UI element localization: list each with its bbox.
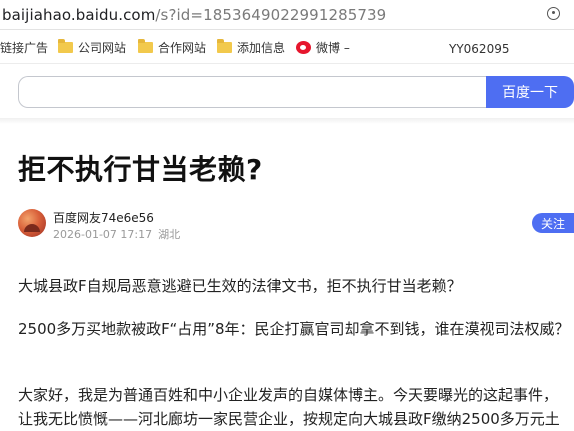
- url-host: baijiahao.baidu.com: [2, 5, 156, 24]
- bookmark-label: 添加信息: [237, 41, 286, 55]
- article-meta: 2026-01-07 17:17 湖北: [53, 226, 186, 242]
- author-name[interactable]: 百度网友74e6e56: [53, 209, 154, 226]
- bookmark-weibo[interactable]: 微博 –: [296, 39, 350, 56]
- folder-icon: [217, 39, 232, 53]
- publish-date: 2026-01-07 17:17: [53, 228, 153, 241]
- article-paragraph: 大城县政F自规局恶意逃避已生效的法律文书，拒不执行甘当老赖？: [18, 277, 462, 295]
- search-button[interactable]: 百度一下: [486, 76, 574, 108]
- url-path: /s?id=1853649022991285739: [155, 5, 387, 24]
- site-info-icon[interactable]: [547, 7, 560, 20]
- address-bar[interactable]: baijiahao.baidu.com/s?id=185364902299128…: [0, 0, 574, 30]
- bookmarks-bar: 链接广告 公司网站 合作网站 添加信息 微博 – YY062095: [0, 31, 574, 64]
- bookmark-label: 合作网站: [158, 41, 207, 55]
- weibo-icon: [296, 41, 311, 54]
- bookmark-folder-partner[interactable]: 合作网站: [138, 39, 206, 56]
- search-input[interactable]: [18, 76, 488, 108]
- article-paragraph: 大家好，我是为普通百姓和中小企业发声的自媒体博主。今天要曝光的这起事件，: [18, 386, 559, 404]
- bookmark-label: 链接广告: [0, 41, 49, 55]
- bookmark-label: 公司网站: [78, 41, 127, 55]
- avatar[interactable]: [18, 209, 46, 237]
- bookmark-folder-company[interactable]: 公司网站: [58, 39, 126, 56]
- folder-icon: [58, 39, 73, 53]
- header-divider: [0, 118, 574, 124]
- user-label: YY062095: [449, 42, 510, 56]
- follow-button[interactable]: 关注: [532, 213, 574, 233]
- article-title: 拒不执行甘当老赖?: [18, 153, 263, 186]
- url-text[interactable]: baijiahao.baidu.com/s?id=185364902299128…: [0, 6, 386, 24]
- bookmark-label: 微博 –: [316, 41, 350, 55]
- article-paragraph: 2500多万买地款被政F“占用”8年：民企打赢官司却拿不到钱，谁在漠视司法权威？: [18, 320, 570, 338]
- publish-location: 湖北: [158, 228, 181, 241]
- bookmark-folder-add-info[interactable]: 添加信息: [217, 39, 285, 56]
- bookmark-item[interactable]: 链接广告: [0, 39, 48, 56]
- folder-icon: [138, 39, 153, 53]
- article-paragraph: 让我无比愤慨——河北廊坊一家民营企业，按规定向大城县政F缴纳2500多万元土: [18, 410, 560, 428]
